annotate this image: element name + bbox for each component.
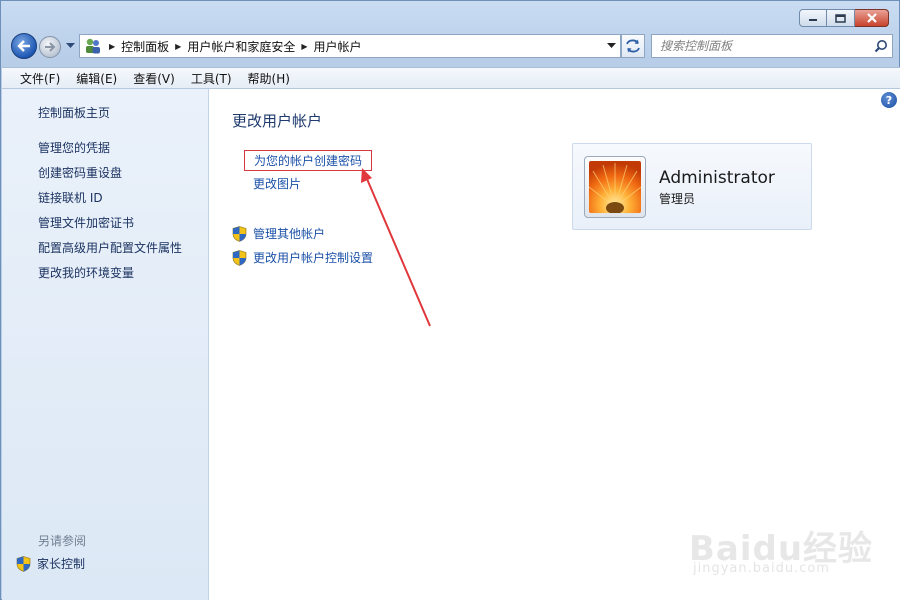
window-controls xyxy=(799,9,889,27)
content-pane: ? 更改用户帐户 为您的帐户创建密码 更改图片 管理其他帐户 更改用户帐户控制设… xyxy=(209,89,900,600)
maximize-button[interactable] xyxy=(827,9,855,27)
forward-button[interactable] xyxy=(39,36,61,58)
breadcrumb-user-accounts[interactable]: 用户帐户 xyxy=(314,38,362,55)
refresh-icon xyxy=(626,39,640,53)
search-input[interactable] xyxy=(660,39,870,53)
create-password-link[interactable]: 为您的帐户创建密码 xyxy=(244,150,373,171)
breadcrumb-separator-icon[interactable]: ▶ xyxy=(175,42,181,51)
minimize-icon xyxy=(809,19,817,21)
uac-settings-link[interactable]: 更改用户帐户控制设置 xyxy=(232,249,373,266)
explorer-window: ▶ 控制面板 ▶ 用户帐户和家庭安全 ▶ 用户帐户 文件(F xyxy=(0,0,900,600)
menu-view[interactable]: 查看(V) xyxy=(125,70,183,87)
user-account-tile: Administrator 管理员 xyxy=(572,143,812,230)
forward-arrow-icon xyxy=(45,42,56,52)
minimize-button[interactable] xyxy=(799,9,827,27)
user-accounts-icon xyxy=(86,38,100,54)
address-dropdown-button[interactable] xyxy=(602,35,620,57)
user-role: 管理员 xyxy=(659,192,696,206)
close-icon xyxy=(866,13,877,23)
search-icon xyxy=(874,40,887,53)
breadcrumb-separator-icon[interactable]: ▶ xyxy=(109,42,115,51)
parental-controls-label: 家长控制 xyxy=(37,557,86,571)
breadcrumb-separator-icon[interactable]: ▶ xyxy=(301,42,307,51)
manage-other-accounts-label: 管理其他帐户 xyxy=(253,227,326,241)
flower-avatar-icon xyxy=(589,161,641,213)
watermark-sub: jingyan.baidu.com xyxy=(693,561,830,576)
menu-help[interactable]: 帮助(H) xyxy=(240,70,298,87)
sidebar-item-link-online-id[interactable]: 链接联机 ID xyxy=(38,189,103,206)
breadcrumb: ▶ 控制面板 ▶ 用户帐户和家庭安全 ▶ 用户帐户 xyxy=(103,38,362,55)
user-name: Administrator xyxy=(659,168,775,188)
menu-file[interactable]: 文件(F) xyxy=(12,70,68,87)
menu-bar: 文件(F) 编辑(E) 查看(V) 工具(T) 帮助(H) xyxy=(2,67,900,89)
manage-other-accounts-link[interactable]: 管理其他帐户 xyxy=(232,225,325,242)
search-button[interactable] xyxy=(870,39,892,53)
sidebar-item-manage-credentials[interactable]: 管理您的凭据 xyxy=(38,139,110,156)
uac-shield-icon xyxy=(232,225,247,242)
chevron-down-icon xyxy=(606,43,616,48)
address-bar[interactable]: ▶ 控制面板 ▶ 用户帐户和家庭安全 ▶ 用户帐户 xyxy=(79,34,621,58)
page-title: 更改用户帐户 xyxy=(232,112,323,130)
navigation-bar: ▶ 控制面板 ▶ 用户帐户和家庭安全 ▶ 用户帐户 xyxy=(9,31,893,61)
history-dropdown-icon[interactable] xyxy=(66,43,75,49)
baidu-watermark: Baidu经验 jingyan.baidu.com xyxy=(685,501,895,581)
uac-shield-icon xyxy=(16,555,31,572)
sidebar: 控制面板主页 管理您的凭据 创建密码重设盘 链接联机 ID 管理文件加密证书 配… xyxy=(2,89,209,600)
sidebar-item-environment-variables[interactable]: 更改我的环境变量 xyxy=(38,264,134,281)
menu-tools[interactable]: 工具(T) xyxy=(183,70,240,87)
menu-edit[interactable]: 编辑(E) xyxy=(68,70,125,87)
refresh-button[interactable] xyxy=(621,34,645,58)
sidebar-item-advanced-profile-properties[interactable]: 配置高级用户配置文件属性 xyxy=(38,239,182,256)
maximize-icon xyxy=(835,13,846,23)
help-button[interactable]: ? xyxy=(881,92,897,108)
breadcrumb-control-panel[interactable]: 控制面板 xyxy=(121,38,169,55)
change-picture-link[interactable]: 更改图片 xyxy=(253,175,301,192)
sidebar-item-password-reset-disk[interactable]: 创建密码重设盘 xyxy=(38,164,122,181)
close-button[interactable] xyxy=(855,9,889,27)
see-also-heading: 另请参阅 xyxy=(38,534,87,548)
uac-shield-icon xyxy=(232,249,247,266)
sidebar-item-control-panel-home[interactable]: 控制面板主页 xyxy=(38,104,110,121)
parental-controls-link[interactable]: 家长控制 xyxy=(16,555,85,572)
sidebar-item-encryption-certificates[interactable]: 管理文件加密证书 xyxy=(38,214,134,231)
back-button[interactable] xyxy=(11,33,37,59)
back-arrow-icon xyxy=(17,40,30,52)
search-box[interactable] xyxy=(651,34,893,58)
breadcrumb-user-accounts-family-safety[interactable]: 用户帐户和家庭安全 xyxy=(187,38,295,55)
uac-settings-label: 更改用户帐户控制设置 xyxy=(253,251,374,265)
avatar xyxy=(584,156,646,218)
